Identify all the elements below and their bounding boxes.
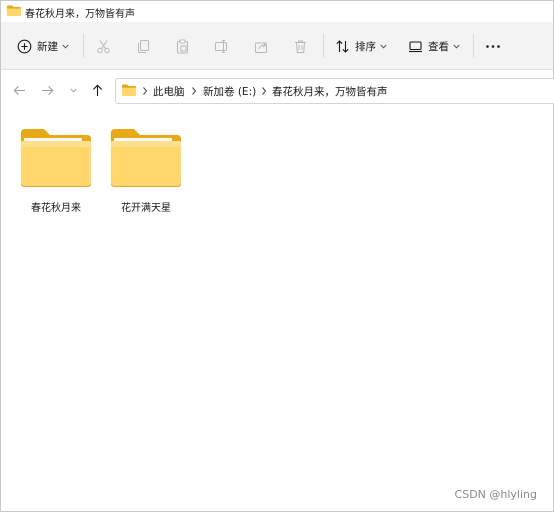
delete-icon	[293, 39, 308, 54]
toolbar-separator	[473, 34, 474, 58]
back-arrow-icon[interactable]	[11, 82, 27, 98]
sort-icon	[335, 39, 350, 54]
breadcrumb-current-folder[interactable]: 春花秋月来，万物皆有声	[272, 84, 388, 99]
chevron-right-icon	[141, 86, 149, 96]
breadcrumb-this-pc[interactable]: 此电脑	[153, 84, 185, 99]
address-bar[interactable]: 此电脑 新加卷 (E:) 春花秋月来，万物皆有声	[115, 78, 554, 104]
address-row: 此电脑 新加卷 (E:) 春花秋月来，万物皆有声	[1, 70, 554, 110]
forward-arrow-icon[interactable]	[39, 82, 55, 98]
cut-button[interactable]	[96, 33, 111, 59]
view-icon	[408, 39, 423, 54]
folder-item[interactable]: 花开满天星	[104, 127, 188, 219]
toolbar-separator	[83, 34, 84, 58]
copy-icon	[136, 39, 151, 54]
share-icon	[254, 39, 269, 54]
paste-button[interactable]	[175, 33, 190, 59]
add-circle-icon	[17, 39, 32, 54]
folder-name: 春花秋月来	[31, 203, 81, 214]
chevron-down-icon	[453, 44, 460, 49]
watermark-text: CSDN @hlyling	[454, 488, 537, 501]
title-bar: 春花秋月来，万物皆有声	[1, 1, 553, 22]
rename-icon	[214, 39, 229, 54]
recent-chevron-icon[interactable]	[65, 82, 81, 98]
folder-icon	[20, 127, 92, 187]
toolbar-separator	[323, 34, 324, 58]
new-button[interactable]: 新建	[17, 33, 69, 59]
chevron-down-icon	[380, 44, 387, 49]
paste-icon	[175, 39, 190, 54]
view-button-label: 查看	[428, 40, 449, 53]
folder-icon	[7, 5, 21, 16]
new-button-label: 新建	[37, 40, 58, 53]
rename-button[interactable]	[214, 33, 229, 59]
folder-icon	[110, 127, 182, 187]
explorer-window: 春花秋月来，万物皆有声 新建 排序 查看 此电脑 新加卷 (E:) 春花秋月来，…	[0, 0, 554, 512]
command-bar: 新建 排序 查看	[1, 22, 553, 70]
sort-button[interactable]: 排序	[335, 33, 387, 59]
file-list: 春花秋月来 花开满天星 CSDN @hlyling	[1, 111, 553, 511]
window-title: 春花秋月来，万物皆有声	[25, 9, 135, 20]
sort-button-label: 排序	[355, 40, 376, 53]
delete-button[interactable]	[293, 33, 308, 59]
chevron-down-icon	[62, 44, 69, 49]
share-button[interactable]	[254, 33, 269, 59]
chevron-right-icon	[260, 86, 268, 96]
copy-button[interactable]	[136, 33, 151, 59]
folder-item[interactable]: 春花秋月来	[14, 127, 98, 219]
chevron-right-icon	[190, 86, 198, 96]
breadcrumb-volume[interactable]: 新加卷 (E:)	[203, 84, 256, 99]
up-arrow-icon[interactable]	[89, 82, 105, 98]
folder-name: 花开满天星	[121, 203, 171, 214]
folder-icon	[122, 84, 136, 99]
cut-icon	[96, 39, 111, 54]
more-button[interactable]	[485, 33, 501, 59]
view-button[interactable]: 查看	[408, 33, 460, 59]
more-icon	[485, 39, 501, 54]
